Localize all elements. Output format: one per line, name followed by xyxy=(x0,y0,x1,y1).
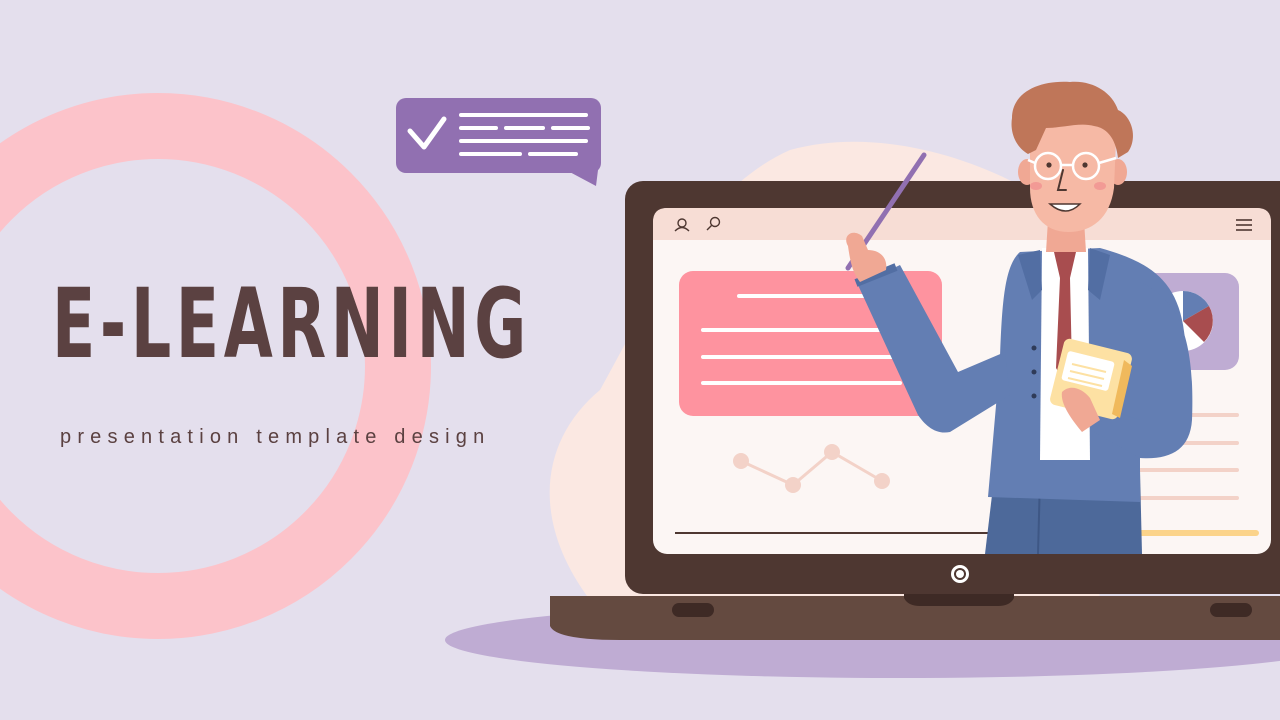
chart-point xyxy=(874,473,890,489)
laptop-hinge-notch xyxy=(904,594,1014,606)
screen-header-bar xyxy=(653,208,1271,240)
slide-subtitle: presentation template design xyxy=(60,426,491,448)
chart-point xyxy=(733,453,749,469)
laptop-foot-left xyxy=(672,603,714,617)
webcam-icon xyxy=(951,565,969,583)
chart-point xyxy=(824,444,840,460)
chart-point xyxy=(785,477,801,493)
slide-title: E-LEARNING xyxy=(52,268,531,380)
speech-bubble xyxy=(396,98,601,186)
laptop-foot-right xyxy=(1210,603,1252,617)
